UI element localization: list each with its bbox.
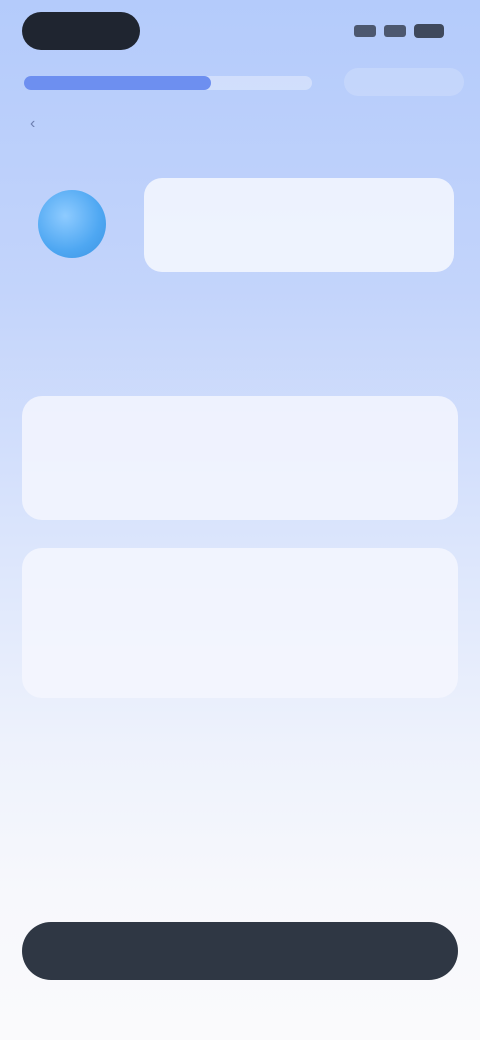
continue-button[interactable] <box>22 922 458 980</box>
battery-icon <box>414 24 444 38</box>
chevron-left-icon[interactable]: ‹ <box>30 116 46 132</box>
chat-row <box>28 172 458 282</box>
option-card-2[interactable] <box>22 548 458 698</box>
status-icons <box>354 24 444 38</box>
status-bar <box>0 0 480 64</box>
assistant-avatar <box>38 190 106 258</box>
option-card-1[interactable] <box>22 396 458 520</box>
progress-row <box>24 68 464 96</box>
close-button[interactable] <box>344 68 464 96</box>
signal-icon <box>354 25 376 37</box>
progress-bar <box>24 76 312 90</box>
wifi-icon <box>384 25 406 37</box>
status-time-pill <box>22 12 140 50</box>
chat-bubble <box>144 178 454 272</box>
progress-fill <box>24 76 212 90</box>
